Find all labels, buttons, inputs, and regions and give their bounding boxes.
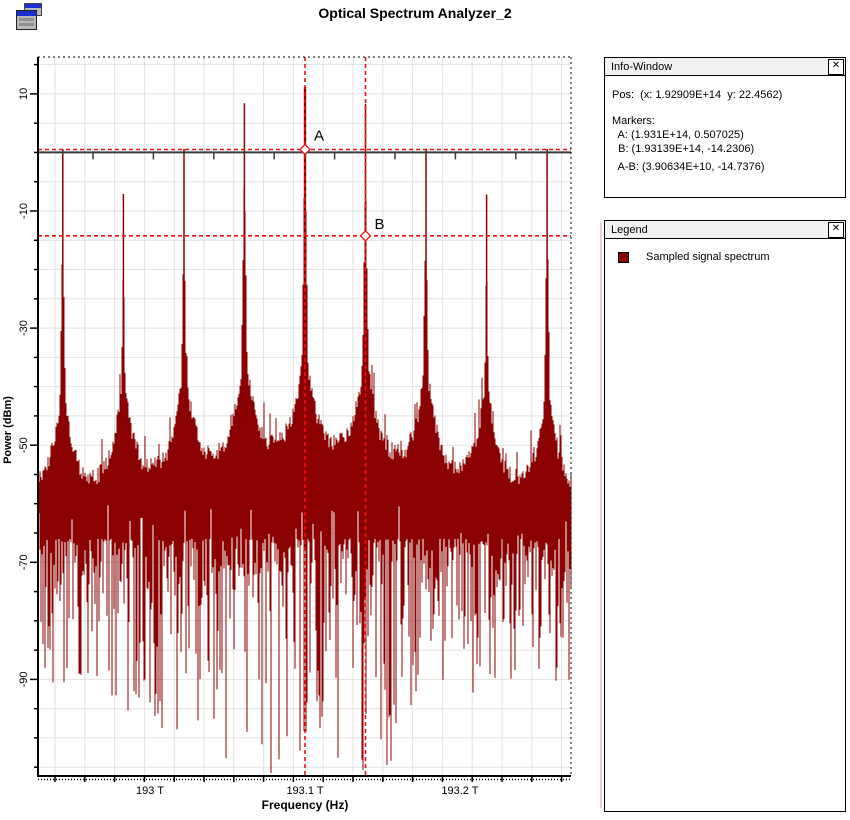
y-tick-label: -70 bbox=[18, 554, 30, 570]
legend-panel-edge-highlight bbox=[600, 222, 602, 808]
info-window-titlebar[interactable]: Info-Window ✕ bbox=[605, 58, 845, 76]
x-tick-label: 193 T bbox=[136, 785, 164, 797]
info-window-body: Pos: (x: 1.92909E+14 y: 22.4562) Markers… bbox=[605, 89, 845, 173]
y-tick-label: -50 bbox=[18, 437, 30, 453]
marker-b-readout: B: (1.93139E+14, -14.2306) bbox=[605, 143, 845, 155]
spectrum-plot: A B 10 -10 -30 -50 -70 -90 Power (dBm) 193 T 193.1… bbox=[0, 0, 600, 820]
legend-titlebar[interactable]: Legend ✕ bbox=[605, 221, 845, 239]
x-tick-label: 193.1 T bbox=[286, 785, 323, 797]
spectrum-chart-svg: A B 10 -10 -30 -50 -70 -90 Power (dBm) 193 T 193.1… bbox=[0, 0, 600, 820]
legend-body: Sampled signal spectrum bbox=[605, 251, 845, 263]
marker-b-label: B bbox=[375, 216, 385, 233]
markers-heading: Markers: bbox=[605, 115, 845, 127]
info-window-title: Info-Window bbox=[611, 61, 672, 73]
legend-close-button[interactable]: ✕ bbox=[828, 222, 844, 238]
x-axis: 193 T 193.1 T 193.2 T Frequency (Hz) bbox=[55, 776, 562, 812]
y-axis-title: Power (dBm) bbox=[2, 396, 14, 464]
y-axis: 10 -10 -30 -50 -70 -90 Power (dBm) bbox=[2, 65, 38, 768]
osa-window: Optical Spectrum Analyzer_2 AB10-10-30-5… bbox=[0, 0, 850, 820]
y-tick-label: 10 bbox=[18, 88, 30, 100]
marker-position-readout: Pos: (x: 1.92909E+14 y: 22.4562) bbox=[605, 89, 845, 101]
y-tick-label: -30 bbox=[18, 320, 30, 336]
x-axis-title: Frequency (Hz) bbox=[262, 798, 349, 812]
legend-panel: Legend ✕ Sampled signal spectrum bbox=[604, 220, 846, 812]
legend-item: Sampled signal spectrum bbox=[618, 251, 845, 263]
marker-b-handle[interactable] bbox=[361, 231, 371, 241]
info-window-close-button[interactable]: ✕ bbox=[828, 59, 844, 75]
marker-delta-readout: A-B: (3.90634E+10, -14.7376) bbox=[605, 161, 845, 173]
legend-item-label: Sampled signal spectrum bbox=[646, 251, 770, 263]
marker-a-label: A bbox=[314, 128, 324, 145]
marker-a-readout: A: (1.931E+14, 0.507025) bbox=[605, 129, 845, 141]
legend-color-swatch bbox=[618, 252, 629, 263]
x-tick-label: 193.2 T bbox=[441, 785, 478, 797]
legend-title: Legend bbox=[611, 224, 648, 236]
y-tick-label: -10 bbox=[18, 203, 30, 219]
info-window-panel: Info-Window ✕ Pos: (x: 1.92909E+14 y: 22… bbox=[604, 57, 846, 198]
y-tick-label: -90 bbox=[18, 671, 30, 687]
